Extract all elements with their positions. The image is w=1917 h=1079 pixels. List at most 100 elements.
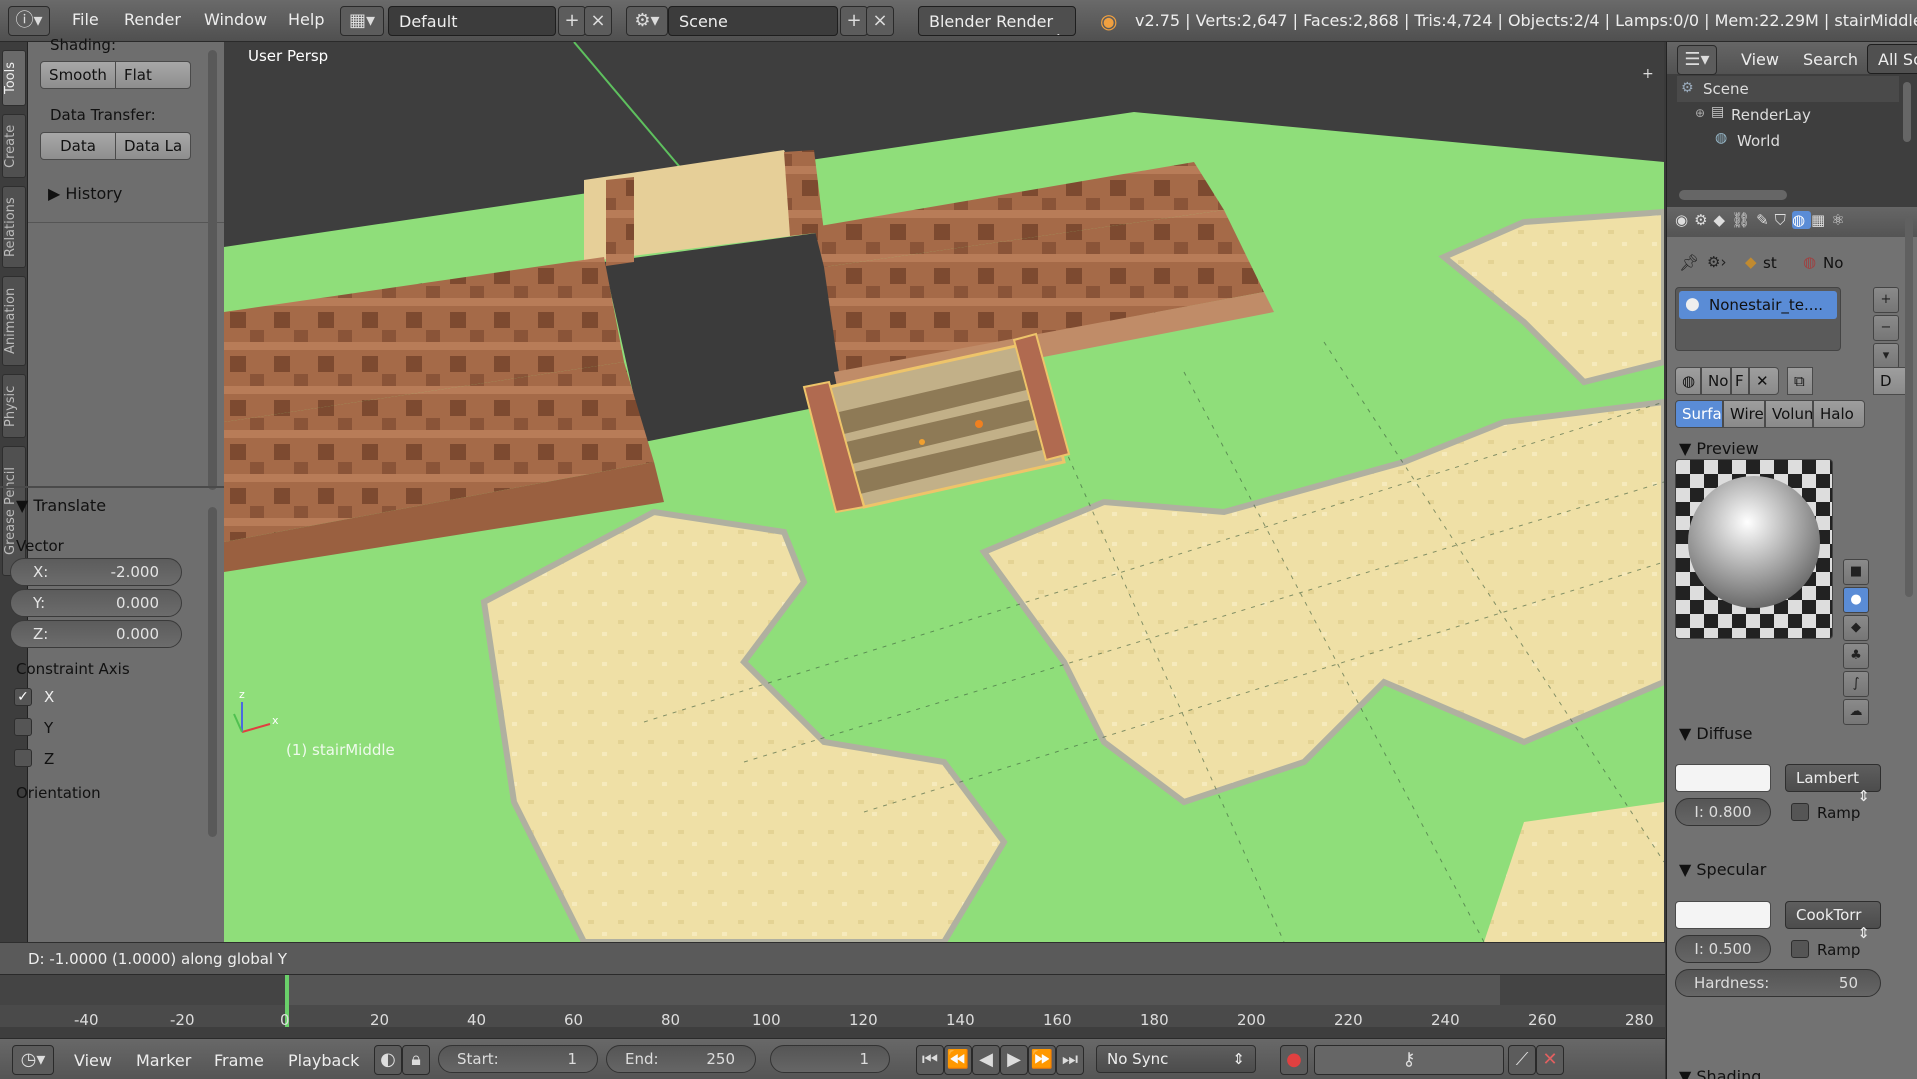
remove-scene-icon[interactable]: × — [866, 6, 894, 36]
jump-end-icon[interactable]: ⏭ — [1056, 1045, 1084, 1075]
tab-wire[interactable]: Wire — [1723, 400, 1765, 428]
outliner-menu-view[interactable]: View — [1741, 50, 1779, 69]
tab-volume[interactable]: Volum — [1765, 400, 1813, 428]
pin-icon[interactable]: 📌︎ — [1679, 253, 1699, 272]
delete-keyframe-icon[interactable]: ✕ — [1536, 1045, 1564, 1075]
context-icons[interactable]: ◉⚙◆⛓✎⛉◍▦⚛ — [1675, 211, 1911, 233]
tab-surface[interactable]: Surfac — [1675, 400, 1723, 428]
material-name-field[interactable]: No — [1701, 367, 1731, 395]
diffuse-ramp-checkbox[interactable] — [1791, 803, 1809, 821]
timeline[interactable] — [0, 974, 1665, 1039]
material-breadcrumb[interactable]: No — [1823, 254, 1843, 272]
hardness-field[interactable]: Hardness: 50 — [1675, 969, 1881, 997]
smooth-button[interactable]: Smooth — [40, 61, 116, 89]
specular-panel-header[interactable]: ▼ Specular — [1679, 860, 1766, 879]
browse-material-icon[interactable]: ◍ — [1675, 367, 1701, 395]
remove-layout-icon[interactable]: × — [584, 6, 612, 36]
specular-shader-select[interactable]: CookTorr ⇕ — [1785, 901, 1881, 942]
3d-viewport[interactable]: x z User Persp (1) stairMiddle + — [224, 42, 1664, 942]
preview-hair-icon[interactable]: ∫ — [1843, 671, 1869, 697]
outliner-h-scrollbar[interactable] — [1679, 190, 1787, 200]
axis-y-checkbox[interactable] — [14, 718, 32, 736]
properties-editor[interactable]: ◉⚙◆⛓✎⛉◍▦⚛ 📌︎ ⚙› ◆ st ◍ No Nonestair_te..… — [1666, 207, 1917, 1079]
axis-z-checkbox[interactable] — [14, 749, 32, 767]
tab-halo[interactable]: Halo — [1813, 400, 1865, 428]
vector-y-field[interactable]: Y: 0.000 — [10, 589, 182, 617]
vector-z-field[interactable]: Z: 0.000 — [10, 620, 182, 648]
diffuse-color-swatch[interactable] — [1675, 764, 1771, 792]
specular-intensity-field[interactable]: I: 0.500 — [1675, 935, 1771, 963]
record-icon[interactable]: ● — [1280, 1045, 1308, 1075]
end-frame-field[interactable]: End: 250 — [606, 1045, 756, 1073]
play-reverse-icon[interactable]: ◀ — [972, 1045, 1000, 1075]
menu-help[interactable]: Help — [288, 10, 324, 29]
properties-scrollbar[interactable] — [1905, 217, 1913, 597]
data-transfer-button[interactable]: Data — [40, 132, 116, 160]
shading-panel-header[interactable]: ▼ Shading — [1679, 1067, 1761, 1079]
add-slot-icon[interactable]: + — [1873, 287, 1899, 313]
material-tab-icon[interactable]: ◍ — [1791, 211, 1812, 229]
timeline-editor-icon[interactable]: ◷▾ — [12, 1045, 54, 1075]
menu-window[interactable]: Window — [204, 10, 267, 29]
play-icon[interactable]: ▶ — [1000, 1045, 1028, 1075]
current-frame-field[interactable]: 1 — [770, 1045, 890, 1073]
tool-scrollbar[interactable] — [208, 50, 217, 490]
slot-menu-icon[interactable]: ▾ — [1873, 343, 1899, 369]
axis-x-checkbox[interactable]: ✓ — [14, 688, 32, 706]
tab-tools[interactable]: Tools — [2, 50, 26, 106]
layout-icon[interactable]: ▦▾ — [340, 6, 384, 36]
timeline-menu-marker[interactable]: Marker — [136, 1051, 191, 1070]
specular-color-swatch[interactable] — [1675, 901, 1771, 929]
jump-start-icon[interactable]: ⏮ — [916, 1045, 944, 1075]
add-region-icon[interactable]: + — [1642, 66, 1654, 82]
keying-set-field[interactable]: ⚷ — [1314, 1045, 1504, 1075]
data-layout-button[interactable]: Data La — [115, 132, 191, 160]
copy-material-icon[interactable]: ⧉ — [1787, 367, 1813, 395]
timeline-menu-view[interactable]: View — [74, 1051, 112, 1070]
data-link-select[interactable]: D — [1873, 367, 1909, 395]
fake-user-button[interactable]: F — [1731, 367, 1749, 395]
screen-layout-field[interactable]: Default — [388, 6, 556, 36]
tab-create[interactable]: Create — [2, 114, 26, 178]
start-frame-field[interactable]: Start: 1 — [438, 1045, 598, 1073]
preview-monkey-icon[interactable]: ♣ — [1843, 643, 1869, 669]
outliner-menu-search[interactable]: Search — [1803, 50, 1858, 69]
diffuse-shader-select[interactable]: Lambert ⇕ — [1785, 764, 1881, 805]
preview-sphere-icon[interactable]: ● — [1843, 587, 1869, 613]
scene-icon[interactable]: ⚙▾ — [626, 6, 668, 36]
remove-slot-icon[interactable]: − — [1873, 315, 1899, 341]
vector-x-field[interactable]: X: -2.000 — [10, 558, 182, 586]
outliner[interactable]: ☰▾ View Search All Sc ⚙ Scene ⊕ ▤ Render… — [1666, 42, 1917, 207]
add-scene-icon[interactable]: + — [840, 6, 868, 36]
menu-render[interactable]: Render — [124, 10, 181, 29]
insert-keyframe-icon[interactable]: ⟋ — [1508, 1045, 1536, 1075]
preview-range-icon[interactable]: ◐ — [374, 1045, 402, 1075]
sync-mode-select[interactable]: No Sync ⇕ — [1096, 1045, 1256, 1073]
timeline-menu-frame[interactable]: Frame — [214, 1051, 264, 1070]
preview-panel-header[interactable]: ▼ Preview — [1679, 439, 1759, 458]
diffuse-intensity-field[interactable]: I: 0.800 — [1675, 798, 1771, 826]
specular-ramp-checkbox[interactable] — [1791, 940, 1809, 958]
menu-file[interactable]: File — [72, 10, 99, 29]
outliner-filter-select[interactable]: All Sc — [1867, 44, 1917, 74]
jump-keyframe-forward-icon[interactable]: ⏩ — [1028, 1045, 1056, 1075]
jump-keyframe-back-icon[interactable]: ⏪ — [944, 1045, 972, 1075]
preview-cube-icon[interactable]: ◆ — [1843, 615, 1869, 641]
material-slot-item[interactable]: Nonestair_te.... — [1679, 291, 1837, 319]
object-breadcrumb[interactable]: st — [1763, 254, 1777, 272]
outliner-item-scene[interactable]: Scene — [1703, 80, 1749, 98]
render-engine-select[interactable]: Blender Render⇕ — [918, 6, 1076, 36]
expand-icon[interactable]: ⊕ — [1695, 106, 1705, 120]
info-editor-icon[interactable]: ⓘ▾ — [8, 6, 50, 36]
operator-scrollbar[interactable] — [208, 507, 217, 837]
outliner-v-scrollbar[interactable] — [1903, 82, 1911, 142]
preview-flat-icon[interactable]: ■ — [1843, 559, 1869, 585]
outliner-item-world[interactable]: World — [1737, 132, 1780, 150]
history-panel-header[interactable]: ▶ History — [48, 184, 122, 203]
lock-icon[interactable]: 🔒︎ — [402, 1045, 430, 1075]
flat-button[interactable]: Flat — [115, 61, 191, 89]
unlink-material-icon[interactable]: ✕ — [1749, 367, 1779, 395]
outliner-item-renderlayers[interactable]: RenderLay — [1731, 106, 1811, 124]
preview-sky-icon[interactable]: ☁ — [1843, 699, 1869, 725]
add-layout-icon[interactable]: + — [558, 6, 586, 36]
